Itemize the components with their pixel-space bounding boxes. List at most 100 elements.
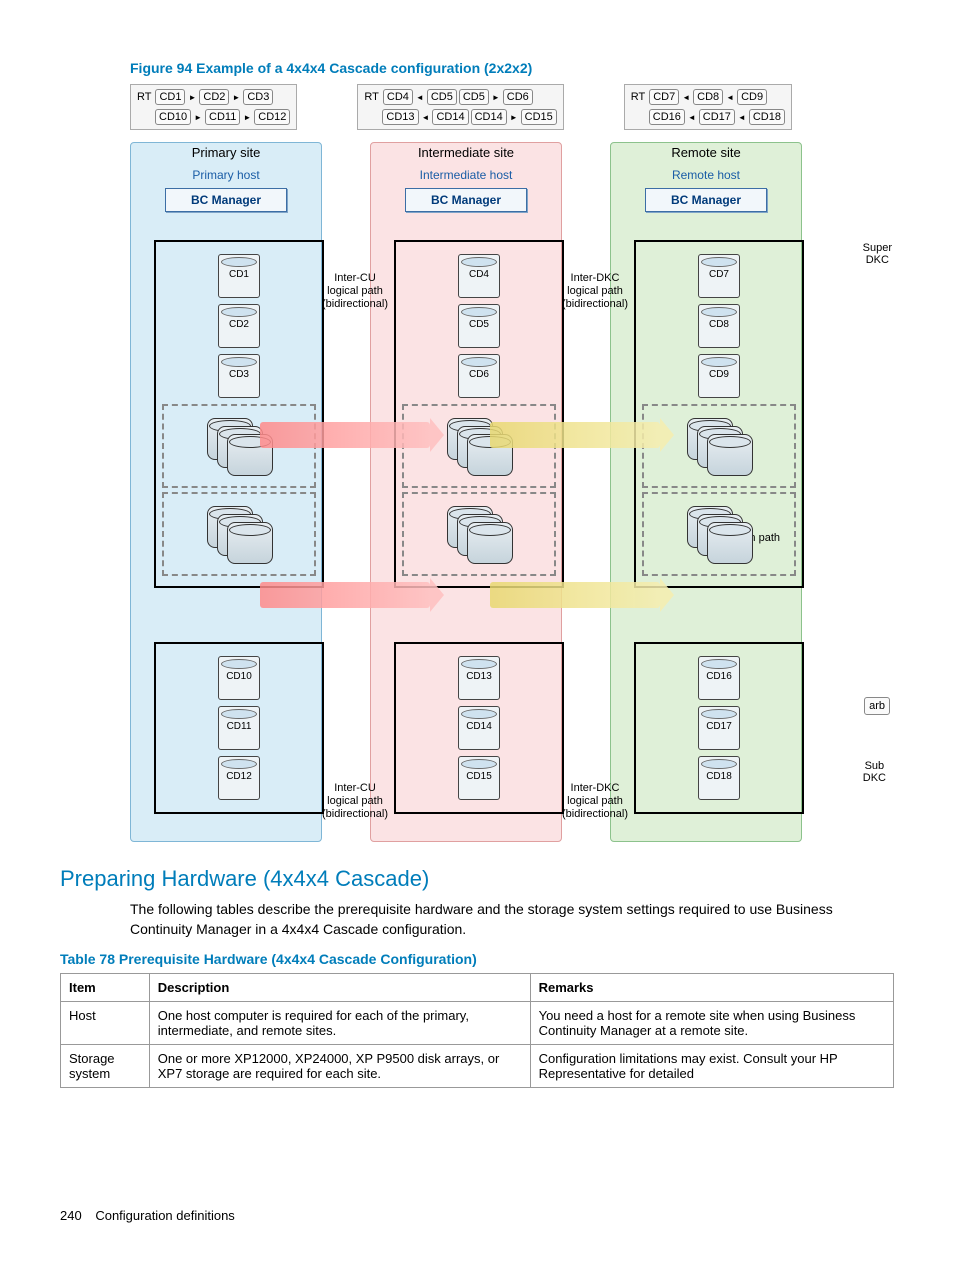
storage-frame: CD4 CD5 CD6: [394, 240, 564, 588]
table-header: Remarks: [530, 974, 893, 1002]
table-cell: Host: [61, 1002, 150, 1045]
volume-group: [402, 492, 556, 576]
cd-device-icon: CD12: [218, 756, 260, 800]
cd-device-icon: CD13: [458, 656, 500, 700]
storage-frame: CD16 CD17 CD18: [634, 642, 804, 814]
hardware-table: ItemDescriptionRemarks HostOne host comp…: [60, 973, 894, 1088]
arrow-left-icon: [421, 111, 431, 123]
cd-device-icon: CD5: [458, 304, 500, 348]
arrow-left-icon: [725, 91, 735, 103]
arrow-left-icon: [681, 91, 691, 103]
top-group: RTCD7CD8CD9CD16CD17CD18: [624, 84, 792, 130]
cd-device-icon: CD7: [698, 254, 740, 298]
cd-chip: CD5: [459, 89, 489, 105]
cd-chip: CD13: [382, 109, 418, 125]
storage-frame: CD13 CD14 CD15: [394, 642, 564, 814]
table-header: Item: [61, 974, 150, 1002]
cd-device-icon: CD8: [698, 304, 740, 348]
cd-device-icon: CD15: [458, 756, 500, 800]
arrow-left-icon: [687, 111, 697, 123]
site-title: Intermediate site: [371, 145, 561, 160]
rt-label: RT: [631, 91, 645, 103]
cd-device-icon: CD1: [218, 254, 260, 298]
cd-device-icon: CD10: [218, 656, 260, 700]
cd-device-icon: CD18: [698, 756, 740, 800]
figure-diagram: RTCD1CD2CD3CD10CD11CD12RTCD4CD5CD5CD6CD1…: [130, 84, 894, 842]
volume-stack-icon: [447, 506, 511, 562]
cd-chip: CD3: [243, 89, 273, 105]
table-caption: Table 78 Prerequisite Hardware (4x4x4 Ca…: [60, 951, 894, 967]
cd-device-icon: CD14: [458, 706, 500, 750]
cd-chip: CD18: [749, 109, 785, 125]
bc-manager-box: BC Manager: [645, 188, 767, 212]
site-title: Primary site: [131, 145, 321, 160]
cd-chip: CD4: [383, 89, 413, 105]
cd-chip: CD17: [699, 109, 735, 125]
figure-caption: Figure 94 Example of a 4x4x4 Cascade con…: [130, 60, 894, 76]
table-row: Storage systemOne or more XP12000, XP240…: [61, 1045, 894, 1088]
volume-group: [162, 492, 316, 576]
arrow-left-icon: [415, 91, 425, 103]
cd-device-icon: CD4: [458, 254, 500, 298]
cd-device-icon: CD3: [218, 354, 260, 398]
volume-stack-icon: [687, 418, 751, 474]
page-number: 240: [60, 1208, 82, 1223]
rt-label: RT: [137, 91, 151, 103]
host-title: Primary host: [131, 168, 321, 182]
cd-chip: CD1: [155, 89, 185, 105]
cd-chip: CD6: [503, 89, 533, 105]
host-title: Intermediate host: [371, 168, 561, 182]
cd-device-icon: CD16: [698, 656, 740, 700]
cd-chip: CD14: [432, 109, 468, 125]
cd-device-icon: CD2: [218, 304, 260, 348]
cd-chip: CD10: [155, 109, 191, 125]
table-cell: Configuration limitations may exist. Con…: [530, 1045, 893, 1088]
volume-group: [642, 492, 796, 576]
section-body: The following tables describe the prereq…: [130, 900, 894, 939]
bc-manager-box: BC Manager: [165, 188, 287, 212]
cd-chip: CD7: [649, 89, 679, 105]
rt-label: RT: [364, 91, 378, 103]
bc-manager-box: BC Manager: [405, 188, 527, 212]
section-heading: Preparing Hardware (4x4x4 Cascade): [60, 866, 894, 892]
footer-title: Configuration definitions: [95, 1208, 234, 1223]
top-row: RT CD4 CD5CD5 CD6: [364, 89, 556, 105]
arrow-right-icon: [491, 91, 501, 103]
flow-arrow: [490, 582, 660, 608]
top-row: RT CD1 CD2 CD3: [137, 89, 290, 105]
main-diagram: Primary site Primary host BC Manager Int…: [130, 142, 850, 842]
cd-chip: CD15: [521, 109, 557, 125]
arrow-right-icon: [509, 111, 519, 123]
page-footer: 240 Configuration definitions: [60, 1208, 894, 1223]
cd-chip: CD12: [254, 109, 290, 125]
cd-device-icon: CD11: [218, 706, 260, 750]
top-row: CD13CD14CD14CD15: [364, 109, 556, 125]
volume-stack-icon: [687, 506, 751, 562]
table-header: Description: [149, 974, 530, 1002]
arrow-right-icon: [231, 91, 241, 103]
top-row: RTCD7CD8CD9: [631, 89, 785, 105]
flow-arrow: [260, 422, 430, 448]
top-group: RTCD4CD5CD5CD6CD13CD14CD14CD15: [357, 84, 563, 130]
cd-chip: CD5: [427, 89, 457, 105]
table-row: HostOne host computer is required for ea…: [61, 1002, 894, 1045]
flow-arrow: [260, 582, 430, 608]
storage-frame: CD1 CD2 CD3: [154, 240, 324, 588]
cd-chip: CD2: [199, 89, 229, 105]
sub-dkc-label: Sub DKC: [863, 760, 886, 784]
cd-device-icon: CD17: [698, 706, 740, 750]
storage-frame: CD7CD8CD9: [634, 240, 804, 588]
table-cell: One or more XP12000, XP24000, XP P9500 d…: [149, 1045, 530, 1088]
volume-stack-icon: [207, 506, 271, 562]
table-cell: You need a host for a remote site when u…: [530, 1002, 893, 1045]
cd-chip: CD11: [205, 109, 240, 125]
arrow-right-icon: [187, 91, 197, 103]
cd-device-icon: CD6: [458, 354, 500, 398]
top-group: RT CD1 CD2 CD3 CD10 CD11 CD12: [130, 84, 297, 130]
arb-chip: arb: [864, 697, 890, 715]
host-title: Remote host: [611, 168, 801, 182]
super-dkc-label: Super DKC: [863, 242, 892, 266]
cd-chip: CD16: [649, 109, 685, 125]
flow-arrow: [490, 422, 660, 448]
top-row: CD10 CD11 CD12: [137, 109, 290, 125]
